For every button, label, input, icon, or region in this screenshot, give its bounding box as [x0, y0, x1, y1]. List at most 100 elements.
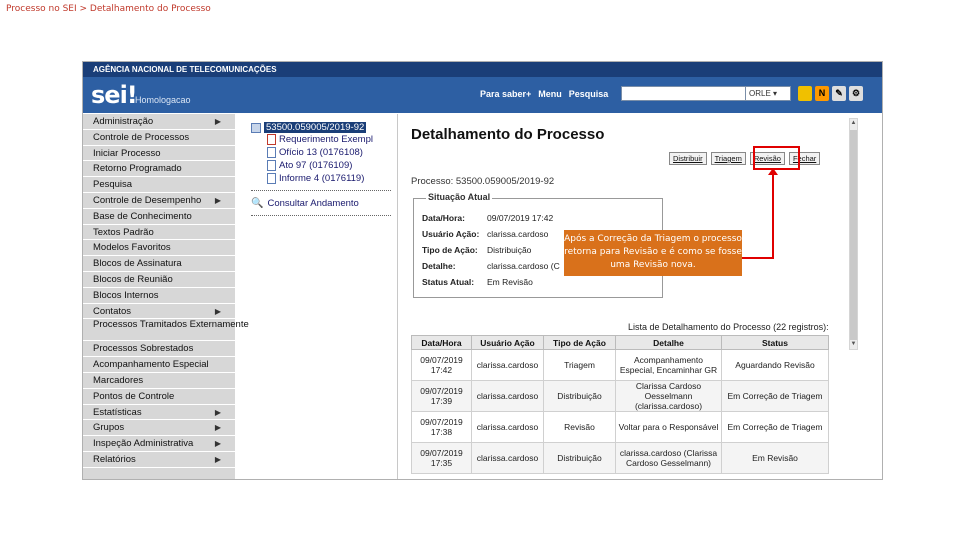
notes-icon[interactable]: N: [815, 86, 829, 101]
sidebar-item[interactable]: Base de Conhecimento: [83, 209, 235, 225]
sidebar-item[interactable]: Processos Sobrestados: [83, 341, 235, 358]
sei-app-window: AGÊNCIA NACIONAL DE TELECOMUNICAÇÕES sei…: [82, 61, 883, 480]
scroll-up-icon[interactable]: ▲: [850, 119, 857, 128]
vertical-scrollbar[interactable]: ▲ ▼: [849, 118, 858, 350]
table-cell: 09/07/2019 17:42: [411, 349, 472, 381]
sidebar-item[interactable]: Blocos de Reunião: [83, 272, 235, 288]
scroll-down-icon[interactable]: ▼: [850, 340, 857, 349]
sidebar-item[interactable]: Iniciar Processo: [83, 146, 235, 162]
sidebar-item[interactable]: Administração ▶: [83, 114, 235, 130]
chevron-right-icon: ▶: [214, 195, 221, 205]
sidebar-item-label: Estatísticas: [93, 406, 142, 418]
sei-logo[interactable]: sei!: [91, 81, 138, 109]
sidebar-item-label: Processos Sobrestados: [93, 343, 194, 355]
favorites-icon[interactable]: [798, 86, 812, 101]
sidebar-item[interactable]: Pesquisa: [83, 177, 235, 193]
header-icons: N ✎ ⚙: [798, 86, 863, 101]
table-cell: Acompanhamento Especial, Encaminhar GR: [615, 349, 722, 381]
scroll-thumb[interactable]: [850, 130, 857, 340]
table-cell: Aguardando Revisão: [721, 349, 829, 381]
triagem-button[interactable]: Triagem: [710, 152, 746, 165]
table-cell: clarissa.cardoso: [471, 442, 544, 474]
situation-label: Status Atual:: [422, 277, 475, 287]
sidebar-item-label: Textos Padrão: [93, 226, 154, 238]
search-input[interactable]: [621, 86, 753, 101]
table-cell: clarissa.cardoso: [471, 380, 544, 412]
situation-label: Tipo de Ação:: [422, 245, 478, 255]
tree-item-ato[interactable]: Ato 97 (0176109): [251, 159, 397, 172]
table-row: 09/07/2019 17:39 clarissa.cardoso Distribu…: [411, 380, 829, 412]
sidebar-item[interactable]: Grupos ▶: [83, 420, 235, 437]
nav-para-saber[interactable]: Para saber+: [480, 89, 531, 99]
sidebar-item-label: Inspeção Administrativa: [93, 438, 194, 450]
sidebar-item-label: Relatórios: [93, 453, 136, 465]
table-row: 09/07/2019 17:38 clarissa.cardoso Revisão V…: [411, 411, 829, 443]
table-cell: Triagem: [543, 349, 616, 381]
sidebar-item-label: Modelos Favoritos: [93, 242, 171, 254]
sidebar-item[interactable]: Processos Tramitados Externamente: [83, 319, 249, 342]
tree-separator: [251, 215, 391, 216]
chevron-right-icon: ▶: [214, 407, 221, 417]
column-header[interactable]: Tipo de Ação: [543, 335, 616, 350]
history-table: Data/Hora Usuário Ação Tipo de Ação Deta…: [411, 335, 829, 474]
sidebar-item[interactable]: Acompanhamento Especial: [83, 357, 235, 373]
tree-item-requerimento[interactable]: Requerimento Exempl: [251, 133, 397, 146]
distribuir-button[interactable]: Distribuir: [669, 152, 707, 165]
sidebar-item[interactable]: Textos Padrão: [83, 225, 235, 241]
sidebar-item-label: Contatos: [93, 305, 132, 317]
table-cell: Distribuição: [543, 380, 616, 412]
tree-item-oficio[interactable]: Ofício 13 (0176108): [251, 146, 397, 159]
sidebar-item-label: Retorno Programado: [93, 163, 182, 175]
sidebar-item[interactable]: Estatísticas ▶: [83, 405, 235, 421]
document-icon: [267, 160, 276, 171]
magnifier-icon: 🔍: [251, 197, 264, 209]
settings-icon[interactable]: ⚙: [849, 86, 863, 101]
table-header-row: Data/Hora Usuário Ação Tipo de Ação Deta…: [411, 335, 829, 350]
folder-icon: [251, 122, 261, 133]
column-header[interactable]: Status: [721, 335, 829, 350]
tree-root[interactable]: 53500.059005/2019-92: [251, 122, 397, 133]
chevron-right-icon: ▶: [214, 117, 221, 126]
sidebar-item[interactable]: Inspeção Administrativa ▶: [83, 436, 235, 452]
sidebar-item-label: Pontos de Controle: [93, 390, 175, 402]
sidebar-item-label: Administração: [93, 116, 154, 127]
nav-pesquisa[interactable]: Pesquisa: [569, 89, 609, 99]
unit-select[interactable]: ORLE ▾: [745, 86, 791, 101]
table-cell: 09/07/2019 17:38: [411, 411, 472, 443]
chevron-right-icon: ▶: [214, 439, 221, 449]
sidebar-item[interactable]: Pontos de Controle: [83, 389, 235, 405]
sidebar-item[interactable]: Blocos de Assinatura: [83, 256, 235, 272]
sidebar-item[interactable]: Retorno Programado: [83, 161, 235, 178]
pane-divider[interactable]: [397, 114, 398, 479]
sidebar-item[interactable]: Contatos ▶: [83, 304, 235, 320]
column-header[interactable]: Usuário Ação: [471, 335, 544, 350]
situation-row: Usuário Ação: clarissa.cardoso: [422, 229, 548, 239]
annotation-arrow-connector: [742, 257, 774, 259]
column-header[interactable]: Detalhe: [615, 335, 722, 350]
situation-row: Detalhe: clarissa.cardoso (C: [422, 261, 560, 271]
sidebar-item[interactable]: Controle de Processos: [83, 130, 235, 146]
sidebar-item[interactable]: Controle de Desempenho ▶: [83, 193, 235, 209]
sidebar-item[interactable]: Blocos Internos: [83, 288, 235, 304]
situation-value: clarissa.cardoso: [487, 229, 549, 239]
sidebar-item-label: Controle de Desempenho: [93, 194, 202, 206]
table-cell: Clarissa Cardoso Oesselmann (clarissa.ca…: [615, 380, 722, 412]
table-cell: Distribuição: [543, 442, 616, 474]
page-title: Detalhamento do Processo: [411, 126, 605, 143]
consultar-andamento-link[interactable]: 🔍 Consultar Andamento: [251, 196, 397, 210]
table-cell: 09/07/2019 17:39: [411, 380, 472, 412]
arrow-head-icon: [768, 168, 778, 175]
nav-menu[interactable]: Menu: [538, 89, 562, 99]
pdf-icon: [267, 134, 276, 145]
sidebar-item-label: Base de Conhecimento: [93, 210, 192, 222]
table-cell: clarissa.cardoso: [471, 411, 544, 443]
sidebar-item[interactable]: Relatórios ▶: [83, 452, 235, 468]
tree-item-informe[interactable]: Informe 4 (0176119): [251, 172, 397, 185]
sidebar-item[interactable]: Marcadores: [83, 373, 235, 389]
situation-legend: Situação Atual: [426, 192, 493, 202]
sidebar-item[interactable]: Modelos Favoritos: [83, 240, 235, 257]
column-header[interactable]: Data/Hora: [411, 335, 472, 350]
edit-icon[interactable]: ✎: [832, 86, 846, 101]
sidebar-menu: Administração ▶ Controle de Processos Inici…: [83, 114, 249, 479]
chevron-right-icon: ▶: [214, 454, 221, 464]
